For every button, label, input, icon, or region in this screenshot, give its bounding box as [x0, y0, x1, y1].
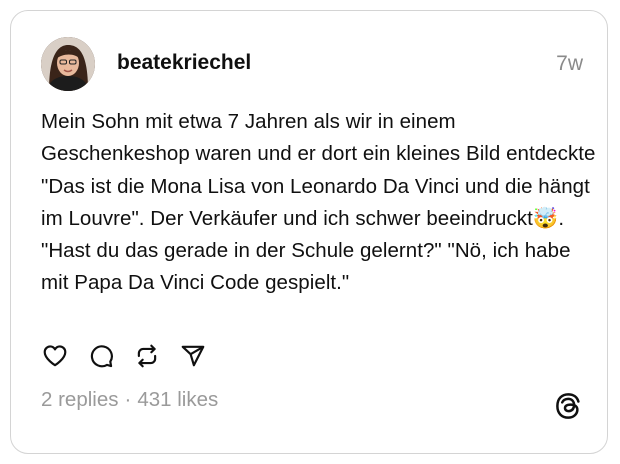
avatar-image	[41, 37, 95, 91]
reply-button[interactable]	[87, 342, 115, 370]
likes-count[interactable]: 431 likes	[137, 388, 218, 411]
repost-icon	[137, 344, 157, 368]
stats-separator: ·	[124, 388, 132, 411]
comment-icon	[90, 345, 113, 368]
send-icon	[181, 345, 205, 367]
repost-button[interactable]	[133, 342, 161, 370]
post-timestamp[interactable]: 7w	[556, 52, 583, 76]
threads-logo-icon[interactable]	[553, 391, 583, 421]
post-text: Mein Sohn mit etwa 7 Jahren als wir in e…	[41, 110, 596, 295]
heart-icon	[43, 345, 67, 367]
share-button[interactable]	[179, 342, 207, 370]
replies-count[interactable]: 2 replies	[41, 388, 119, 411]
post-card: beatekriechel 7w Mein Sohn mit etwa 7 Ja…	[10, 10, 608, 454]
username[interactable]: beatekriechel	[117, 51, 251, 75]
avatar[interactable]	[41, 37, 95, 91]
action-bar	[41, 342, 225, 370]
threads-logo-mark	[556, 393, 580, 419]
like-button[interactable]	[41, 342, 69, 370]
post-stats: 2 replies · 431 likes	[41, 388, 218, 412]
